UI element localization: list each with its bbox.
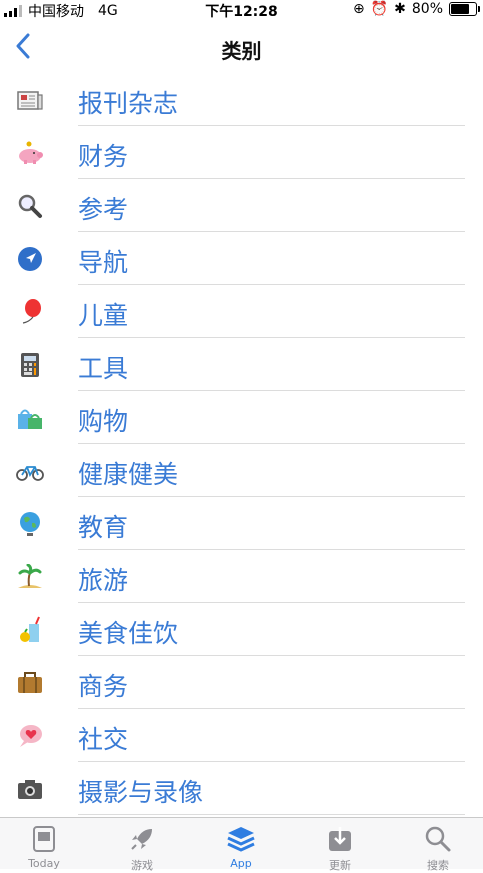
category-row-navigation[interactable]: 导航	[0, 232, 483, 285]
category-row-shopping[interactable]: 购物	[0, 391, 483, 444]
palm-island-icon	[16, 563, 44, 591]
category-list: 报刊杂志 财务 参考 导航 儿童 工具 购物 健康健美 教育 旅游 美食佳饮 商…	[0, 73, 483, 815]
category-row-food-drink[interactable]: 美食佳饮	[0, 603, 483, 656]
tab-label: 搜索	[427, 859, 449, 872]
shopping-bag-icon	[16, 404, 44, 432]
category-label: 商务	[78, 672, 129, 701]
rotation-lock-icon: ⊕	[352, 1, 365, 17]
category-label: 社交	[78, 725, 129, 754]
tab-bar: Today 游戏 App 更新 搜索	[0, 817, 483, 872]
category-label: 财务	[78, 142, 129, 171]
category-label: 导航	[78, 248, 129, 277]
calculator-icon	[16, 351, 44, 379]
tab-label: 游戏	[131, 859, 153, 872]
category-label: 报刊杂志	[78, 89, 179, 118]
newspaper-icon	[16, 86, 44, 114]
category-label: 旅游	[78, 566, 129, 595]
category-label: 健康健美	[78, 460, 179, 489]
row-separator	[78, 814, 465, 815]
search-icon	[408, 824, 468, 854]
bicycle-icon	[16, 457, 44, 485]
category-label: 教育	[78, 513, 129, 542]
status-right: ⊕ ⏰ ✱ 80%	[352, 1, 480, 17]
category-row-photo-video[interactable]: 摄影与录像	[0, 762, 483, 815]
compass-icon	[16, 245, 44, 273]
category-label: 购物	[78, 407, 129, 436]
rocket-icon	[112, 824, 172, 854]
tab-app[interactable]: App	[211, 824, 271, 870]
category-row-travel[interactable]: 旅游	[0, 550, 483, 603]
magnifier-icon	[16, 192, 44, 220]
category-row-social[interactable]: 社交	[0, 709, 483, 762]
category-row-finance[interactable]: 财务	[0, 126, 483, 179]
category-row-kids[interactable]: 儿童	[0, 285, 483, 338]
globe-icon	[16, 510, 44, 538]
alarm-icon: ⏰	[370, 1, 389, 17]
category-row-reference[interactable]: 参考	[0, 179, 483, 232]
tab-updates[interactable]: 更新	[310, 824, 370, 872]
category-label: 美食佳饮	[78, 619, 179, 648]
navigation-bar: 类别	[0, 22, 483, 72]
bluetooth-icon: ✱	[394, 1, 406, 17]
drink-icon	[16, 616, 44, 644]
category-label: 参考	[78, 195, 129, 224]
chat-heart-icon	[16, 722, 44, 750]
tab-label: 更新	[329, 859, 351, 872]
category-label: 摄影与录像	[78, 778, 204, 807]
today-icon	[14, 824, 74, 854]
battery-percent: 80%	[411, 1, 443, 17]
category-label: 工具	[78, 354, 129, 383]
tab-label: App	[230, 857, 252, 870]
category-row-magazines[interactable]: 报刊杂志	[0, 73, 483, 126]
balloon-icon	[16, 298, 44, 326]
page-title: 类别	[221, 39, 262, 63]
category-row-health-fitness[interactable]: 健康健美	[0, 444, 483, 497]
tab-label: Today	[28, 857, 60, 870]
tab-search[interactable]: 搜索	[408, 824, 468, 872]
category-row-business[interactable]: 商务	[0, 656, 483, 709]
category-label: 儿童	[78, 301, 129, 330]
camera-icon	[16, 775, 44, 803]
tab-games[interactable]: 游戏	[112, 824, 172, 872]
briefcase-icon	[16, 669, 44, 697]
piggy-bank-icon	[16, 139, 44, 167]
update-icon	[310, 824, 370, 854]
category-row-education[interactable]: 教育	[0, 497, 483, 550]
tab-today[interactable]: Today	[14, 824, 74, 870]
category-row-utilities[interactable]: 工具	[0, 338, 483, 391]
app-stack-icon	[211, 824, 271, 854]
battery-icon	[449, 2, 480, 16]
status-bar: 中国移动 4G 下午12:28 ⊕ ⏰ ✱ 80%	[0, 0, 483, 20]
